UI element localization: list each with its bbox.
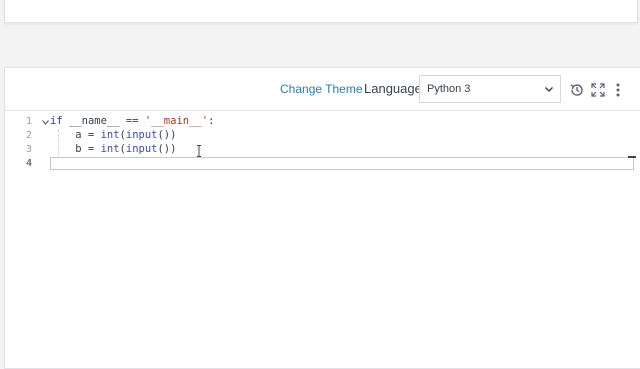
line-number: 1 <box>25 116 32 127</box>
previous-panel <box>4 0 638 23</box>
code-line: b = int(input()) <box>50 143 176 157</box>
code-token: __name__ == <box>62 115 145 127</box>
code-token: if <box>50 115 63 127</box>
code-editor-panel: Change Theme Language Python 3 <box>4 67 640 369</box>
language-label: Language <box>364 81 422 96</box>
code-token: int <box>100 143 120 155</box>
code-token: int <box>100 129 120 141</box>
more-vertical-icon[interactable] <box>610 82 626 98</box>
code-line: a = int(input()) <box>50 129 176 143</box>
line-number: 4 <box>25 158 32 169</box>
fullscreen-icon[interactable] <box>590 82 606 98</box>
text-cursor-icon <box>197 145 201 157</box>
line-number: 2 <box>25 130 32 141</box>
change-theme-link[interactable]: Change Theme <box>280 82 363 96</box>
line-number: 3 <box>25 144 32 155</box>
code-token: input <box>125 129 158 141</box>
editor-toolbar: Change Theme Language Python 3 <box>5 68 640 111</box>
code-token: b = <box>50 143 101 155</box>
language-select-value: Python 3 <box>427 83 471 95</box>
scrollbar-thumb[interactable] <box>628 156 636 158</box>
chevron-down-icon <box>545 87 553 92</box>
code-token: input <box>125 143 158 155</box>
history-icon[interactable] <box>569 82 585 98</box>
code-line: if __name__ == '__main__': <box>50 115 214 129</box>
language-select[interactable]: Python 3 <box>419 75 561 103</box>
fold-chevron-icon[interactable] <box>41 118 50 127</box>
code-token: '__main__' <box>144 115 209 127</box>
code-token: ()) <box>157 129 177 141</box>
code-token: : <box>208 115 215 127</box>
code-token: ()) <box>157 143 177 155</box>
code-token: a = <box>50 129 101 141</box>
current-line-highlight <box>50 157 634 170</box>
